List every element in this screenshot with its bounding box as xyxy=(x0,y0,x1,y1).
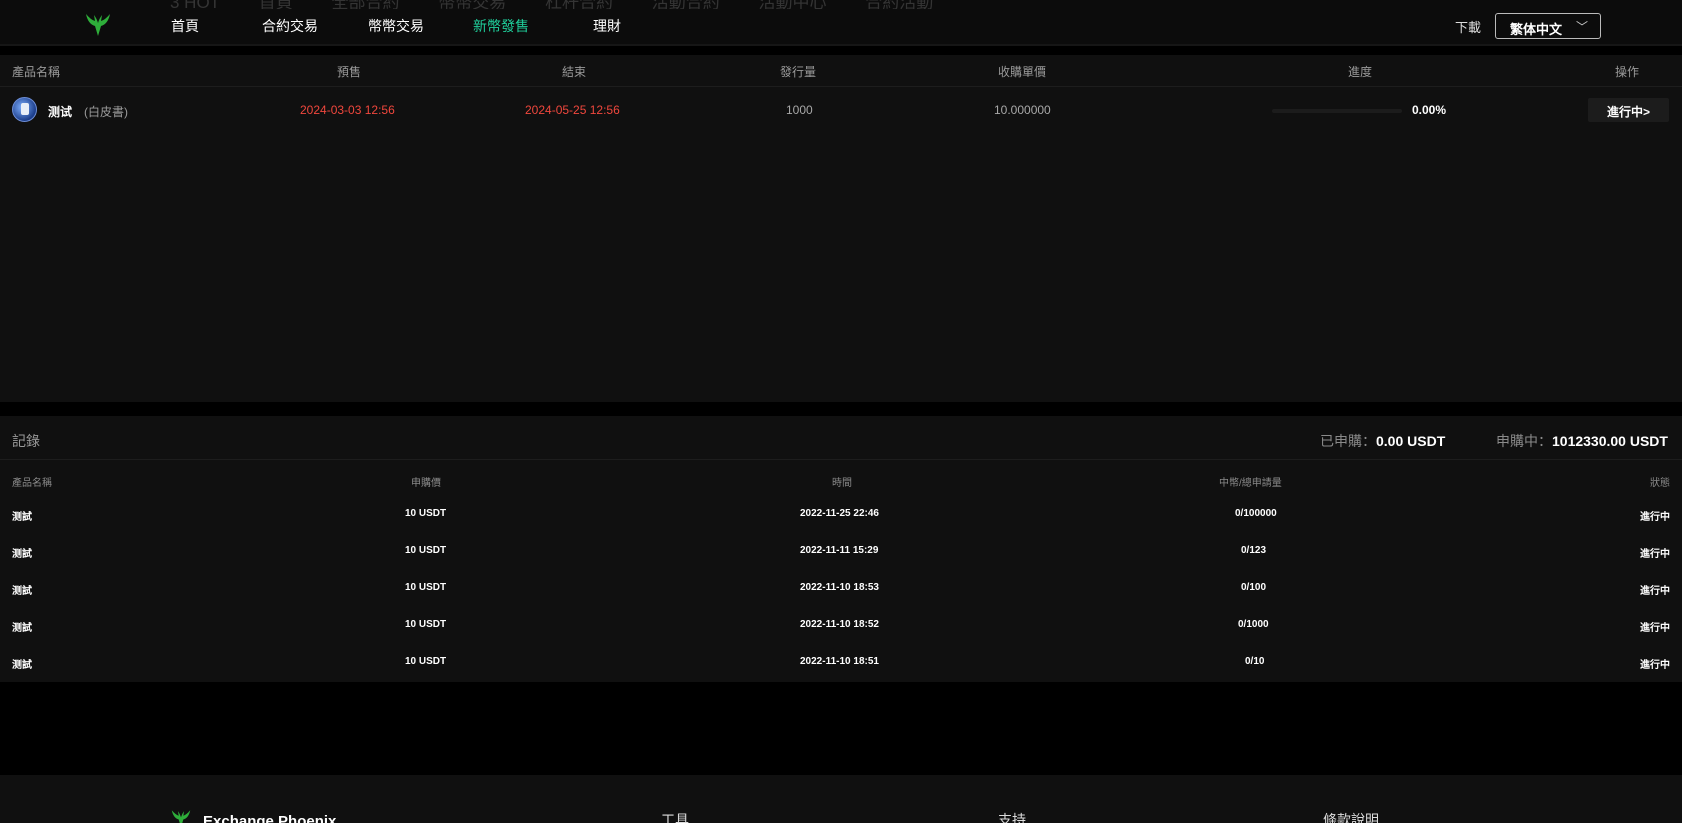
nav-home[interactable]: 首頁 xyxy=(171,16,199,36)
nav-wealth[interactable]: 理財 xyxy=(593,16,621,36)
record-name: 测試 xyxy=(12,660,32,671)
record-row: 测試 10 USDT 2022-11-10 18:52 0/1000 進行中 xyxy=(0,609,1682,646)
records-title: 記錄 xyxy=(12,433,40,449)
language-select[interactable]: 繁体中文 ﹀ xyxy=(1495,13,1601,39)
col-presale: 預售 xyxy=(337,65,362,79)
record-time: 2022-11-10 18:52 xyxy=(800,619,879,630)
product-name[interactable]: 测试 xyxy=(48,103,72,120)
record-time: 2022-11-11 15:29 xyxy=(800,545,879,556)
chevron-down-icon: ﹀ xyxy=(1575,20,1588,34)
record-row: 测試 10 USDT 2022-11-11 15:29 0/123 進行中 xyxy=(0,535,1682,572)
record-price: 10 USDT xyxy=(405,656,447,667)
col-action: 操作 xyxy=(1615,65,1640,79)
ghost-nav-item: 首頁 xyxy=(259,0,293,9)
product-row: 测试 (白皮書) 2024-03-03 12:56 2024-05-25 12:… xyxy=(0,87,1682,135)
record-ratio: 0/1000 xyxy=(1238,619,1269,630)
product-table-header: 產品名稱 預售 結束 發行量 收購單價 進度 操作 xyxy=(0,55,1682,87)
ghost-nav-item: 活動合約 xyxy=(652,0,720,9)
presale-date: 2024-03-03 12:56 xyxy=(300,103,395,117)
record-status: 進行中 xyxy=(1640,512,1670,523)
in-progress-button[interactable]: 進行中> xyxy=(1588,98,1669,122)
records-divider xyxy=(0,459,1682,460)
record-time: 2022-11-10 18:51 xyxy=(800,656,879,667)
record-status: 進行中 xyxy=(1640,586,1670,597)
record-ratio: 0/100000 xyxy=(1235,508,1277,519)
col-ratio: 中幣/總申請量 xyxy=(1219,478,1282,489)
col-issuance: 發行量 xyxy=(780,65,817,79)
col-product-name: 產品名稱 xyxy=(12,65,61,79)
language-value: 繁体中文 xyxy=(1510,22,1563,37)
record-status: 進行中 xyxy=(1640,549,1670,560)
background-ghost-nav: 3 HOT 首頁 全部合約 幣幣交易 杠杆合約 活動合約 活動中心 合約活動 xyxy=(170,0,967,9)
record-price: 10 USDT xyxy=(405,508,447,519)
nav-new-coin-sale[interactable]: 新幣發售 xyxy=(473,16,529,36)
subscribing-summary: 申購中：1012330.00 USDT xyxy=(1496,431,1668,451)
product-table: 產品名稱 預售 結束 發行量 收購單價 進度 操作 测试 (白皮書) 2024-… xyxy=(0,55,1682,402)
col-time: 時間 xyxy=(832,478,852,489)
record-name: 测試 xyxy=(12,623,32,634)
footer: Exchange Phoenix 工具 支持 條款說明 xyxy=(0,775,1682,823)
record-row: 测試 10 USDT 2022-11-25 22:46 0/100000 進行中 xyxy=(0,498,1682,535)
record-name: 测試 xyxy=(12,549,32,560)
ghost-nav-item: 合約活動 xyxy=(865,0,933,9)
ghost-nav-item: 杠杆合約 xyxy=(545,0,613,9)
ghost-nav-item: 幣幣交易 xyxy=(438,0,506,9)
subscribed-label: 已申購： xyxy=(1320,433,1376,449)
coin-icon xyxy=(12,97,37,122)
record-price: 10 USDT xyxy=(405,582,447,593)
record-time: 2022-11-10 18:53 xyxy=(800,582,879,593)
subscribing-value: 1012330.00 USDT xyxy=(1552,433,1668,449)
record-time: 2022-11-25 22:46 xyxy=(800,508,879,519)
issuance-value: 1000 xyxy=(786,103,813,117)
record-row: 测試 10 USDT 2022-11-10 18:51 0/10 進行中 xyxy=(0,646,1682,683)
record-name: 测試 xyxy=(12,512,32,523)
footer-col-support: 支持 xyxy=(998,812,1026,823)
ghost-nav-item: 3 HOT xyxy=(170,0,220,9)
nav-spot-trading[interactable]: 幣幣交易 xyxy=(368,16,424,36)
record-status: 進行中 xyxy=(1640,660,1670,671)
subscribing-label: 申購中： xyxy=(1496,433,1552,449)
record-ratio: 0/10 xyxy=(1245,656,1265,667)
ghost-nav-item: 全部合約 xyxy=(332,0,400,9)
footer-col-terms: 條款說明 xyxy=(1323,812,1379,823)
phoenix-logo-icon[interactable] xyxy=(85,11,111,37)
record-ratio: 0/100 xyxy=(1241,582,1267,593)
col-unit-price: 收購單價 xyxy=(998,65,1047,79)
ghost-nav-item: 活動中心 xyxy=(758,0,826,9)
end-date: 2024-05-25 12:56 xyxy=(525,103,620,117)
col-subscribe-price: 申購價 xyxy=(411,478,441,489)
record-name: 测試 xyxy=(12,586,32,597)
col-progress: 進度 xyxy=(1348,65,1373,79)
subscribed-value: 0.00 USDT xyxy=(1376,433,1446,449)
record-status: 進行中 xyxy=(1640,623,1670,634)
record-price: 10 USDT xyxy=(405,545,447,556)
col-record-name: 產品名稱 xyxy=(12,478,52,489)
progress-bar xyxy=(1272,109,1402,113)
record-ratio: 0/123 xyxy=(1241,545,1267,556)
unit-price-value: 10.000000 xyxy=(994,103,1051,117)
record-price: 10 USDT xyxy=(405,619,447,630)
progress-percent: 0.00% xyxy=(1412,103,1447,117)
phoenix-logo-icon xyxy=(171,810,191,823)
subscribed-summary: 已申購：0.00 USDT xyxy=(1320,431,1445,451)
nav-contract-trading[interactable]: 合約交易 xyxy=(262,16,318,36)
top-header: 3 HOT 首頁 全部合約 幣幣交易 杠杆合約 活動合約 活動中心 合約活動 首… xyxy=(0,0,1682,46)
record-row: 测試 10 USDT 2022-11-10 18:53 0/100 進行中 xyxy=(0,572,1682,609)
footer-col-tools: 工具 xyxy=(661,812,689,823)
records-panel: 記錄 已申購：0.00 USDT 申購中：1012330.00 USDT 產品名… xyxy=(0,416,1682,682)
col-end: 結束 xyxy=(562,65,587,79)
col-status: 狀態 xyxy=(1650,478,1670,489)
footer-brand: Exchange Phoenix xyxy=(203,813,337,823)
download-link[interactable]: 下載 xyxy=(1455,17,1481,36)
whitepaper-link[interactable]: (白皮書) xyxy=(84,103,128,120)
